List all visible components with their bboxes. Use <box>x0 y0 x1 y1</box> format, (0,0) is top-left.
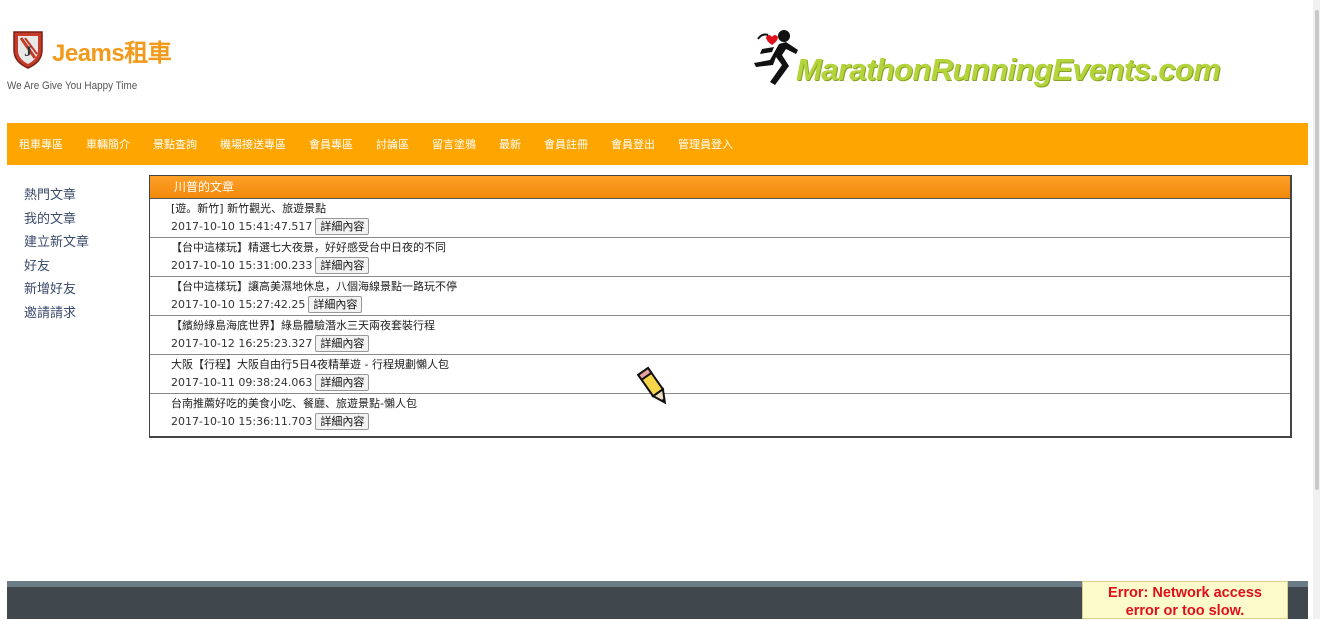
article-date: 2017-10-10 15:31:00.233 <box>171 259 313 272</box>
sidebar-item-invitations[interactable]: 邀請請求 <box>24 302 89 326</box>
article-row: 台南推薦好吃的美食小吃、餐廳、旅遊景點-懶人包 2017-10-10 15:36… <box>150 394 1290 433</box>
sidebar-item-new-article[interactable]: 建立新文章 <box>24 231 89 255</box>
error-line-1: Error: Network access <box>1108 585 1262 601</box>
error-line-2: error or too slow. <box>1125 603 1245 619</box>
nav-item-member-area[interactable]: 會員專區 <box>309 136 353 152</box>
nav-item-rental[interactable]: 租車專區 <box>19 136 63 152</box>
brand-tagline: We Are Give You Happy Time <box>7 80 138 92</box>
sidebar-item-add-friend[interactable]: 新增好友 <box>24 278 89 302</box>
sidebar: 熱門文章 我的文章 建立新文章 好友 新增好友 邀請請求 <box>24 184 89 325</box>
details-button[interactable]: 詳細內容 <box>315 335 370 352</box>
partner-logo[interactable]: MarathonRunningEvents.com <box>796 52 1221 88</box>
details-button[interactable]: 詳細內容 <box>315 218 370 235</box>
nav-item-attractions[interactable]: 景點查詢 <box>153 136 197 152</box>
error-message: Error: Network access error or too slow. <box>1082 581 1288 619</box>
scrollbar-thumb[interactable] <box>1315 10 1319 490</box>
article-date: 2017-10-10 15:27:42.25 <box>171 298 306 311</box>
article-title: [遊。新竹] 新竹觀光、旅遊景點 <box>171 202 327 215</box>
article-title: 【台中這樣玩】讓高美濕地休息，八個海線景點一路玩不停 <box>171 280 457 293</box>
nav-item-forum[interactable]: 討論區 <box>376 136 409 152</box>
details-button[interactable]: 詳細內容 <box>315 257 370 274</box>
nav-item-vehicles[interactable]: 車輛簡介 <box>86 136 130 152</box>
article-row: 【台中這樣玩】讓高美濕地休息，八個海線景點一路玩不停 2017-10-10 15… <box>150 277 1290 316</box>
nav-item-admin-login[interactable]: 管理員登入 <box>678 136 733 152</box>
sidebar-item-popular[interactable]: 熱門文章 <box>24 184 89 208</box>
nav-item-guestbook[interactable]: 留言塗鴉 <box>432 136 476 152</box>
nav-item-logout[interactable]: 會員登出 <box>611 136 655 152</box>
nav-item-register[interactable]: 會員註冊 <box>544 136 588 152</box>
panel-title: 川普的文章 <box>150 176 1290 199</box>
nav-item-latest[interactable]: 最新 <box>499 136 521 152</box>
article-row: 【台中這樣玩】精選七大夜景，好好感受台中日夜的不同 2017-10-10 15:… <box>150 238 1290 277</box>
details-button[interactable]: 詳細內容 <box>315 374 370 391</box>
brand-name[interactable]: Jeams租車 <box>52 33 172 68</box>
article-row: 【繽紛綠島海底世界】綠島體驗潛水三天兩夜套裝行程 2017-10-12 16:2… <box>150 316 1290 355</box>
article-date: 2017-10-11 09:38:24.063 <box>171 376 313 389</box>
sidebar-item-friends[interactable]: 好友 <box>24 255 89 279</box>
article-row: 大阪【行程】大阪自由行5日4夜精華遊 - 行程規劃懶人包 2017-10-11 … <box>150 355 1290 394</box>
pencil-icon <box>636 366 667 405</box>
article-date: 2017-10-10 15:41:47.517 <box>171 220 313 233</box>
article-title: 【繽紛綠島海底世界】綠島體驗潛水三天兩夜套裝行程 <box>171 319 435 332</box>
details-button[interactable]: 詳細內容 <box>308 296 363 313</box>
sidebar-item-my-articles[interactable]: 我的文章 <box>24 208 89 232</box>
article-panel: 川普的文章 [遊。新竹] 新竹觀光、旅遊景點 2017-10-10 15:41:… <box>149 175 1292 438</box>
article-date: 2017-10-12 16:25:23.327 <box>171 337 313 350</box>
article-date: 2017-10-10 15:36:11.703 <box>171 415 313 428</box>
shield-logo-icon: J <box>13 31 43 69</box>
article-row: [遊。新竹] 新竹觀光、旅遊景點 2017-10-10 15:41:47.517… <box>150 199 1290 238</box>
svg-text:J: J <box>24 44 32 60</box>
nav-item-airport-transfer[interactable]: 機場接送專區 <box>220 136 286 152</box>
article-title: 大阪【行程】大阪自由行5日4夜精華遊 - 行程規劃懶人包 <box>171 358 449 371</box>
runner-icon <box>754 30 798 85</box>
main-navbar: 租車專區 車輛簡介 景點查詢 機場接送專區 會員專區 討論區 留言塗鴉 最新 會… <box>7 123 1308 165</box>
article-title: 台南推薦好吃的美食小吃、餐廳、旅遊景點-懶人包 <box>171 397 417 410</box>
details-button[interactable]: 詳細內容 <box>315 413 370 430</box>
article-title: 【台中這樣玩】精選七大夜景，好好感受台中日夜的不同 <box>171 241 446 254</box>
